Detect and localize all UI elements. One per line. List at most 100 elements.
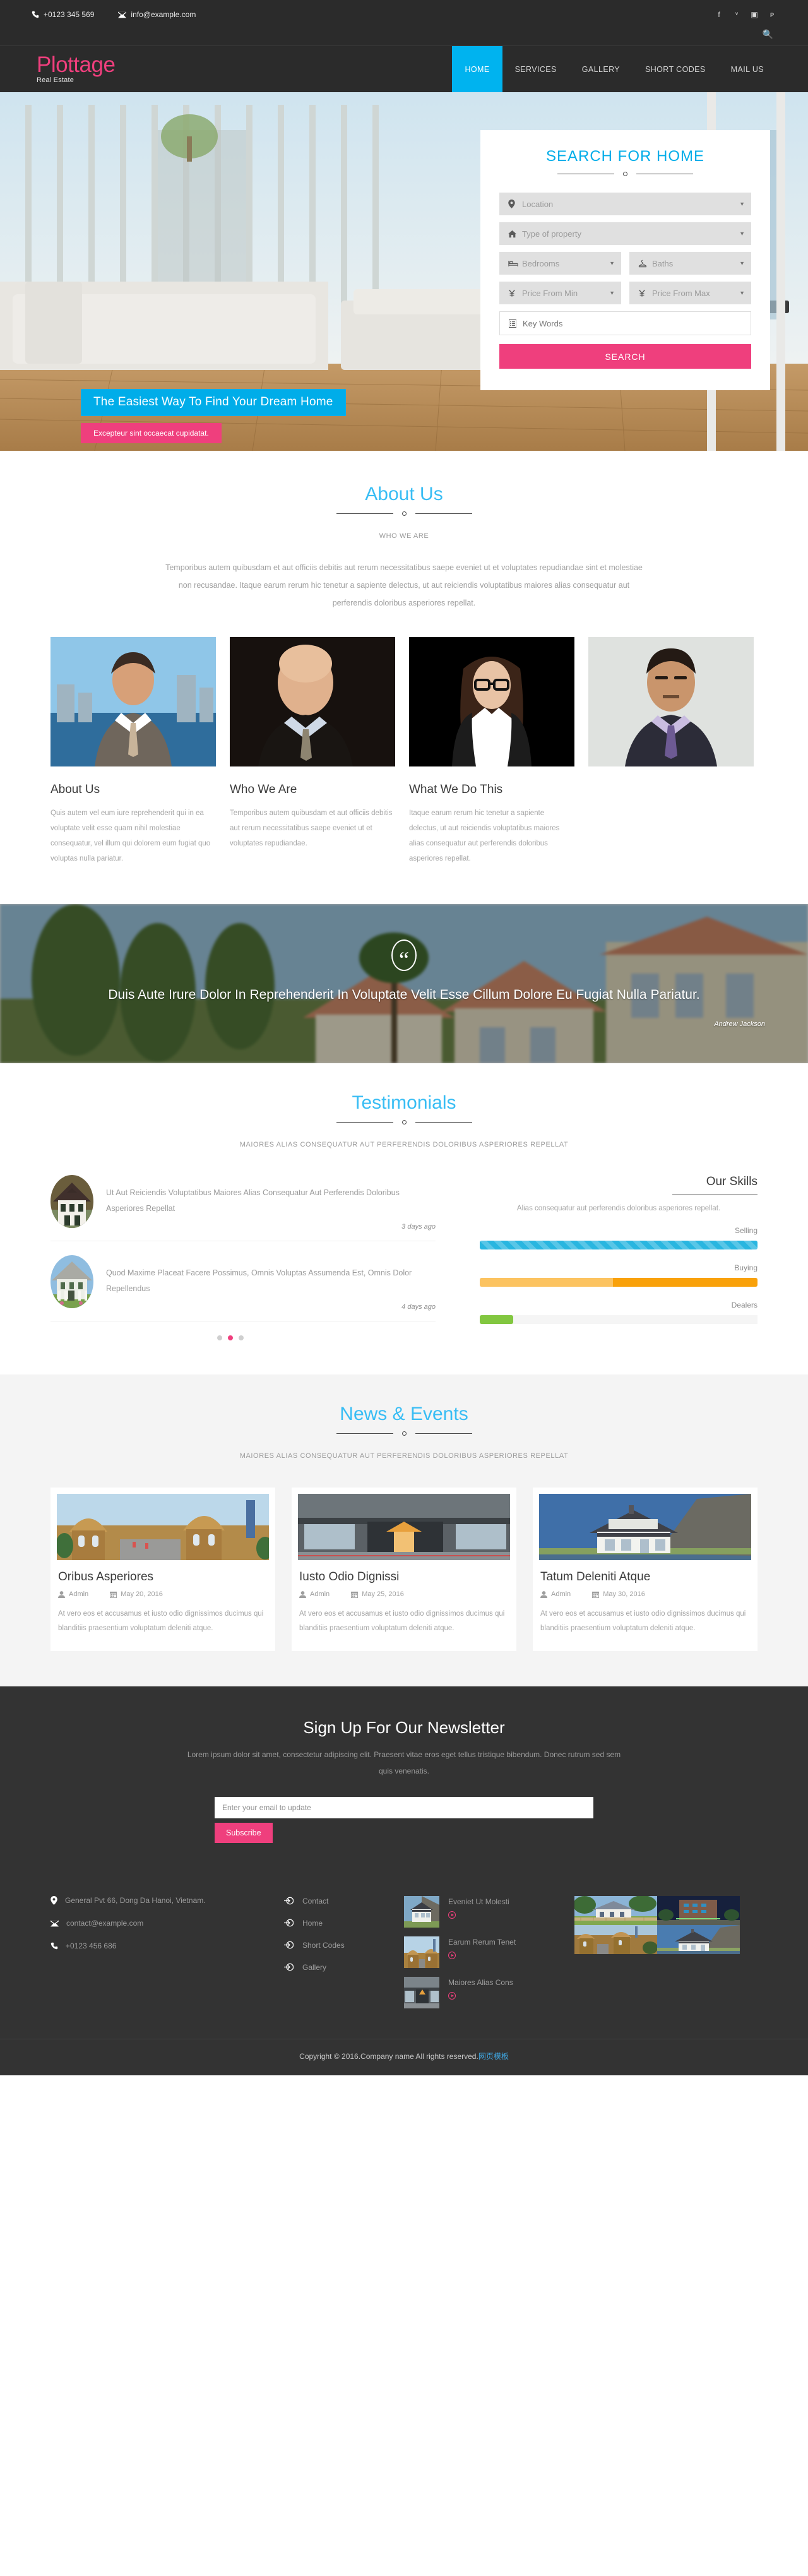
about-section: About Us WHO WE ARE Temporibus autem qui… bbox=[0, 451, 808, 904]
footer-link-home[interactable]: Home bbox=[284, 1918, 404, 1928]
skill-progress-bar bbox=[480, 1241, 758, 1249]
search-field-baths-label: Baths bbox=[652, 258, 674, 268]
property-search-form: SEARCH FOR HOME Location ▼ Type of prope… bbox=[480, 130, 770, 390]
nav-item-services[interactable]: SERVICES bbox=[502, 46, 569, 92]
bed-icon bbox=[508, 260, 522, 267]
location-pin-icon bbox=[508, 200, 522, 208]
about-column-heading: About Us bbox=[50, 783, 100, 796]
nav-item-short-codes[interactable]: SHORT CODES bbox=[633, 46, 718, 92]
carousel-dot-1[interactable] bbox=[217, 1335, 222, 1340]
newsletter-body: Lorem ipsum dolor sit amet, consectetur … bbox=[187, 1750, 621, 1775]
about-column: Who We Are Temporibus autem quibusdam et… bbox=[230, 783, 395, 866]
topbar-phone-text: +0123 345 569 bbox=[44, 10, 95, 19]
nav-item-home[interactable]: HOME bbox=[452, 46, 502, 92]
location-pin-icon bbox=[50, 1896, 57, 1905]
hero-banner: The Easiest Way To Find Your Dream Home … bbox=[0, 92, 808, 451]
copyright-bar: Copyright © 2016.Company name All rights… bbox=[0, 2039, 808, 2075]
hero-caption-subtitle: Excepteur sint occaecat cupidatat. bbox=[81, 423, 222, 443]
gallery-thumb[interactable] bbox=[574, 1925, 657, 1954]
topbar-search-row: 🔍 bbox=[0, 29, 808, 45]
skills-subtitle: Alias consequatur aut perferendis dolori… bbox=[516, 1205, 721, 1212]
testimonial-item: Quod Maxime Placeat Facere Possimus, Omn… bbox=[50, 1255, 436, 1321]
footer-link-contact[interactable]: Contact bbox=[284, 1896, 404, 1905]
brand-tagline: Real Estate bbox=[37, 76, 74, 84]
twitter-icon[interactable]: ᵛ bbox=[732, 10, 741, 19]
play-circle-icon[interactable] bbox=[448, 1911, 456, 1919]
search-field-baths[interactable]: Baths ▼ bbox=[629, 252, 751, 275]
carousel-dot-3[interactable] bbox=[239, 1335, 244, 1340]
news-card-title: Tatum Deleniti Atque bbox=[540, 1570, 651, 1583]
flickr-gallery-grid bbox=[574, 1896, 740, 1954]
carousel-dot-2[interactable] bbox=[228, 1335, 233, 1340]
team-photo-1 bbox=[50, 637, 216, 766]
footer-post-item[interactable]: Eveniet Ut Molesti bbox=[404, 1896, 574, 1928]
search-field-location-label: Location bbox=[522, 199, 554, 209]
news-card-date-text: May 25, 2016 bbox=[362, 1590, 404, 1598]
nav-item-gallery[interactable]: GALLERY bbox=[569, 46, 633, 92]
footer-post-item[interactable]: Earum Rerum Tenet bbox=[404, 1936, 574, 1968]
search-field-keywords[interactable]: Key Words bbox=[499, 311, 751, 335]
main-navbar: Plottage Real Estate HOME SERVICES GALLE… bbox=[0, 45, 808, 92]
news-card-author-text: Admin bbox=[551, 1590, 571, 1598]
envelope-icon bbox=[50, 1920, 59, 1926]
news-card-body: At vero eos et accusamus et iusto odio d… bbox=[299, 1610, 505, 1632]
topbar-email-text: info@example.com bbox=[131, 10, 196, 19]
site-brand[interactable]: Plottage Real Estate bbox=[32, 46, 116, 92]
phone-icon bbox=[32, 11, 39, 18]
footer-address-text: General Pvt 66, Dong Da Hanoi, Vietnam. bbox=[65, 1896, 206, 1905]
news-card[interactable]: Tatum Deleniti Atque Admin May 30, 2016 … bbox=[533, 1488, 758, 1651]
gallery-thumb[interactable] bbox=[657, 1896, 740, 1925]
search-field-property-type[interactable]: Type of property ▼ bbox=[499, 222, 751, 245]
facebook-icon[interactable]: f bbox=[715, 10, 723, 19]
testimonial-carousel-dots bbox=[25, 1335, 436, 1340]
chevron-down-icon: ▼ bbox=[739, 201, 745, 207]
newsletter-email-input[interactable] bbox=[215, 1797, 593, 1818]
news-card[interactable]: Oribus Asperiores Admin May 20, 2016 At … bbox=[50, 1488, 275, 1651]
skill-buying: Buying bbox=[480, 1263, 758, 1287]
user-icon bbox=[58, 1590, 65, 1598]
search-field-bedrooms-label: Bedrooms bbox=[522, 258, 560, 268]
envelope-icon bbox=[118, 11, 127, 18]
search-field-keywords-label: Key Words bbox=[523, 318, 563, 328]
about-subtitle: WHO WE ARE bbox=[379, 532, 429, 540]
about-intro-text: Temporibus autem quibusdam et aut offici… bbox=[165, 563, 643, 607]
search-submit-button[interactable]: SEARCH bbox=[499, 344, 751, 369]
gallery-thumb[interactable] bbox=[657, 1925, 740, 1954]
yen-icon bbox=[638, 289, 652, 297]
search-field-price-min[interactable]: Price From Min ▼ bbox=[499, 282, 621, 304]
search-field-price-max[interactable]: Price From Max ▼ bbox=[629, 282, 751, 304]
play-circle-icon[interactable] bbox=[448, 1992, 456, 2000]
newsletter-subscribe-button[interactable]: Subscribe bbox=[215, 1823, 273, 1843]
nav-item-mail-us[interactable]: MAIL US bbox=[718, 46, 776, 92]
top-bar: +0123 345 569 info@example.com f ᵛ ▣ ᴘ bbox=[0, 0, 808, 29]
search-field-bedrooms[interactable]: Bedrooms ▼ bbox=[499, 252, 621, 275]
footer-post-title: Maiores Alias Cons bbox=[448, 1978, 513, 1987]
news-card-date-text: May 30, 2016 bbox=[603, 1590, 645, 1598]
pinterest-icon[interactable]: ᴘ bbox=[768, 10, 776, 19]
footer-post-thumb bbox=[404, 1936, 439, 1968]
gallery-thumb[interactable] bbox=[574, 1896, 657, 1925]
footer-address: General Pvt 66, Dong Da Hanoi, Vietnam. bbox=[50, 1896, 284, 1905]
newsletter-title: Sign Up For Our Newsletter bbox=[303, 1718, 505, 1737]
search-field-location[interactable]: Location ▼ bbox=[499, 193, 751, 215]
search-icon[interactable]: 🔍 bbox=[763, 29, 773, 40]
news-card-image bbox=[539, 1494, 751, 1560]
footer-post-item[interactable]: Maiores Alias Cons bbox=[404, 1977, 574, 2008]
footer-post-title: Eveniet Ut Molesti bbox=[448, 1897, 509, 1906]
testimonials-section: Testimonials MAIORES ALIAS CONSEQUATUR A… bbox=[0, 1063, 808, 1374]
footer-link-gallery[interactable]: Gallery bbox=[284, 1962, 404, 1972]
hero-caption: The Easiest Way To Find Your Dream Home … bbox=[81, 389, 346, 443]
copyright-link[interactable]: 网页模板 bbox=[478, 2052, 509, 2061]
arrow-circle-right-icon bbox=[284, 1941, 294, 1949]
search-field-price-max-label: Price From Max bbox=[652, 288, 710, 298]
about-column-heading: Who We Are bbox=[230, 783, 297, 796]
footer-link-short-codes[interactable]: Short Codes bbox=[284, 1940, 404, 1950]
instagram-icon[interactable]: ▣ bbox=[750, 10, 759, 19]
testimonial-text: Quod Maxime Placeat Facere Possimus, Omn… bbox=[106, 1268, 412, 1293]
news-card[interactable]: Iusto Odio Dignissi Admin May 25, 2016 A… bbox=[292, 1488, 516, 1651]
home-icon bbox=[508, 230, 522, 238]
team-photo-4 bbox=[588, 637, 754, 766]
main-menu: HOME SERVICES GALLERY SHORT CODES MAIL U… bbox=[452, 46, 776, 92]
newsletter-form: Subscribe bbox=[215, 1797, 593, 1843]
play-circle-icon[interactable] bbox=[448, 1952, 456, 1959]
